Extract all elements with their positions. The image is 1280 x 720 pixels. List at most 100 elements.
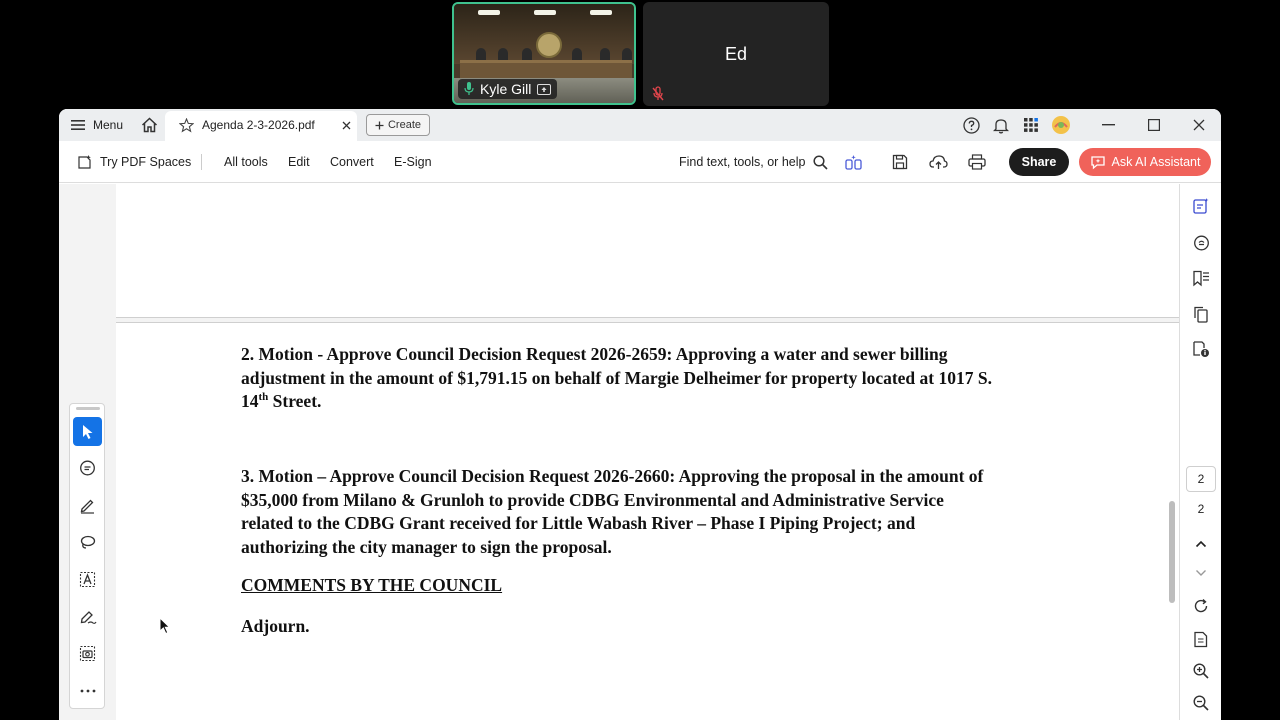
comments-panel-button[interactable]	[1190, 232, 1212, 254]
city-seal	[536, 32, 562, 58]
comment-icon	[79, 460, 96, 477]
bookmark-icon	[1192, 270, 1210, 287]
find-search-button[interactable]: Find text, tools, or help	[679, 141, 829, 183]
pen-icon	[79, 497, 96, 514]
ai-summary-button[interactable]	[1190, 195, 1212, 217]
apps-button[interactable]	[1023, 109, 1039, 141]
maximize-icon	[1148, 119, 1160, 131]
draw-tool-button[interactable]	[73, 528, 102, 557]
close-tab-button[interactable]	[342, 109, 351, 141]
home-icon	[141, 117, 158, 133]
ceiling-light	[534, 10, 556, 15]
pdf-page-1	[116, 184, 1179, 318]
find-label: Find text, tools, or help	[679, 155, 806, 169]
fit-page-button[interactable]	[1190, 628, 1212, 650]
snapshot-tool-button[interactable]	[73, 639, 102, 668]
save-button[interactable]	[892, 141, 908, 183]
rotate-button[interactable]	[1190, 595, 1212, 617]
previous-page-button[interactable]	[1190, 533, 1212, 555]
pages-icon	[1193, 306, 1209, 323]
ask-ai-assistant-button[interactable]: Ask AI Assistant	[1079, 148, 1211, 176]
rail-grip[interactable]	[76, 407, 100, 410]
pdf-spaces-button[interactable]: Try PDF Spaces	[76, 141, 191, 183]
close-window-button[interactable]	[1193, 109, 1205, 141]
notifications-button[interactable]	[993, 109, 1009, 141]
edit-button[interactable]: Edit	[288, 141, 310, 183]
doc-text: Street.	[268, 391, 322, 411]
doc-line: related to the CDBG Grant received for L…	[241, 513, 916, 533]
document-tab-content[interactable]: Agenda 2-3-2026.pdf	[179, 109, 315, 141]
mic-on-icon	[464, 82, 474, 96]
doc-line: authorizing the city manager to sign the…	[241, 536, 612, 557]
ai-tools-button[interactable]	[845, 141, 863, 183]
more-tools-button[interactable]	[73, 676, 102, 705]
save-icon	[892, 154, 908, 170]
all-tools-button[interactable]: All tools	[224, 141, 268, 183]
search-icon	[813, 154, 829, 170]
agenda-item-3: 3. Motion – Approve Council Decision Req…	[241, 465, 1071, 559]
maximize-button[interactable]	[1148, 109, 1160, 141]
cursor-arrow-icon	[81, 424, 95, 440]
text-box-tool-button[interactable]	[73, 565, 102, 594]
zoom-in-icon	[1193, 663, 1209, 679]
ceiling-light	[590, 10, 612, 15]
doc-line: 3. Motion – Approve Council Decision Req…	[241, 466, 984, 486]
star-icon[interactable]	[179, 117, 194, 133]
print-button[interactable]	[968, 141, 986, 183]
current-page-input[interactable]: 2	[1186, 466, 1216, 492]
create-button[interactable]: Create	[366, 114, 430, 136]
doc-line: 2. Motion - Approve Council Decision Req…	[241, 344, 948, 364]
close-icon	[342, 121, 351, 130]
participant-video-tile[interactable]: Kyle Gill	[452, 2, 636, 105]
vertical-scrollbar[interactable]	[1169, 501, 1175, 603]
zoom-in-button[interactable]	[1190, 660, 1212, 682]
comment-tool-button[interactable]	[73, 454, 102, 483]
help-button[interactable]	[963, 109, 980, 141]
plus-icon	[375, 121, 384, 130]
refresh-icon	[1193, 598, 1209, 614]
next-page-button[interactable]	[1190, 562, 1212, 584]
bookmarks-button[interactable]	[1190, 267, 1212, 289]
pdf-page-2: 2. Motion - Approve Council Decision Req…	[116, 322, 1179, 720]
lasso-icon	[79, 534, 96, 551]
document-viewport[interactable]: 2. Motion - Approve Council Decision Req…	[59, 184, 1179, 720]
minimize-button[interactable]	[1102, 109, 1115, 141]
chevron-down-icon	[1195, 569, 1207, 577]
spaces-icon	[76, 154, 93, 171]
share-button[interactable]: Share	[1009, 148, 1069, 176]
chevron-up-icon	[1195, 540, 1207, 548]
mic-muted-icon	[651, 86, 665, 102]
camera-icon	[79, 645, 96, 662]
convert-button[interactable]: Convert	[330, 141, 374, 183]
toolbar: Try PDF Spaces All tools Edit Convert E-…	[59, 141, 1221, 183]
more-icon	[80, 689, 96, 693]
zoom-out-button[interactable]	[1190, 692, 1212, 714]
text-select-icon	[79, 571, 96, 588]
profile-button[interactable]	[1051, 109, 1071, 141]
page-fit-icon	[1193, 631, 1209, 648]
create-label: Create	[387, 119, 422, 131]
toolbar-divider	[201, 154, 202, 170]
participant-name-pill: Kyle Gill	[458, 79, 558, 99]
title-bar: Menu Agenda 2-3-2026.pdf Create	[59, 109, 1221, 141]
total-pages: 2	[1197, 502, 1205, 516]
bell-icon	[993, 117, 1009, 134]
apps-grid-icon	[1023, 117, 1039, 133]
participant-tile[interactable]: Ed	[643, 2, 829, 106]
minimize-icon	[1102, 124, 1115, 126]
esign-button[interactable]: E-Sign	[394, 141, 432, 183]
sign-tool-button[interactable]	[73, 602, 102, 631]
upload-button[interactable]	[929, 141, 948, 183]
comments-icon	[1193, 235, 1210, 252]
adjourn-text: Adjourn.	[241, 616, 310, 636]
cloud-upload-icon	[929, 154, 948, 170]
select-tool-button[interactable]	[73, 417, 102, 446]
highlight-tool-button[interactable]	[73, 491, 102, 520]
home-button[interactable]	[141, 109, 158, 141]
pages-thumbnails-button[interactable]	[1190, 303, 1212, 325]
agenda-item-2: 2. Motion - Approve Council Decision Req…	[241, 343, 1071, 414]
ceiling-light	[478, 10, 500, 15]
signature-pen-icon	[79, 608, 97, 625]
attachments-button[interactable]	[1190, 338, 1212, 360]
menu-button[interactable]: Menu	[71, 109, 123, 141]
